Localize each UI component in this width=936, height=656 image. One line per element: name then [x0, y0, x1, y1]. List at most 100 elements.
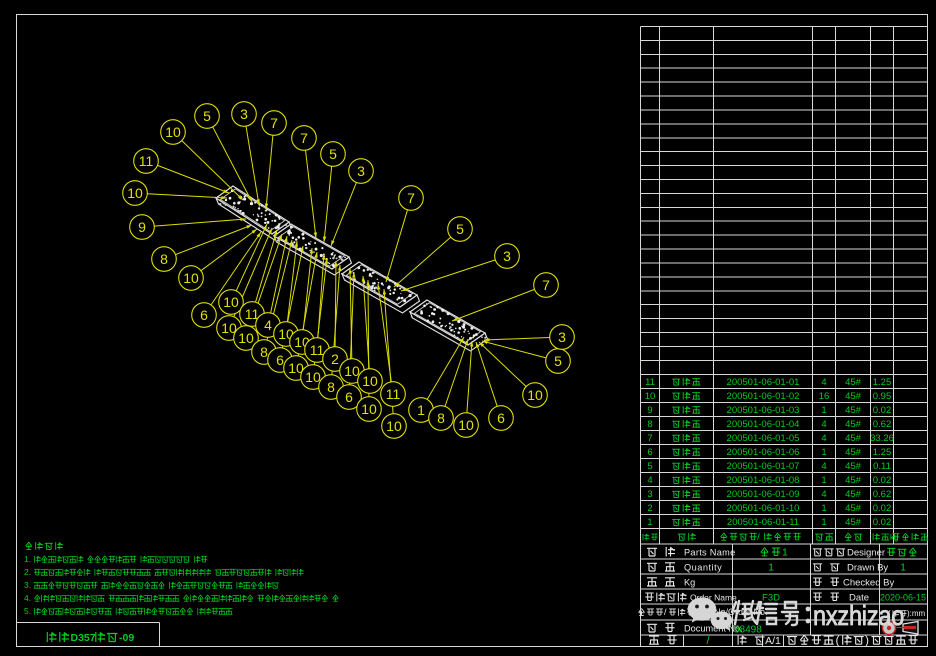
svg-text:10: 10 — [645, 391, 656, 402]
svg-text:F3D: F3D — [762, 593, 780, 604]
svg-text:9: 9 — [138, 219, 146, 235]
svg-text:Quantity: Quantity — [684, 563, 722, 573]
svg-text:7: 7 — [542, 277, 550, 293]
svg-text:1.: 1. — [24, 554, 31, 564]
svg-text:10: 10 — [183, 270, 199, 286]
svg-text:6: 6 — [276, 352, 284, 368]
svg-text:200501-06-01-10: 200501-06-01-10 — [727, 503, 800, 514]
svg-text:8: 8 — [327, 379, 335, 395]
svg-text:8: 8 — [260, 344, 268, 360]
svg-text:A/1: A/1 — [765, 635, 781, 647]
svg-text:0.62: 0.62 — [873, 419, 892, 430]
svg-text:45#: 45# — [845, 447, 862, 458]
svg-text:1: 1 — [647, 517, 652, 528]
svg-text:200501-06-01-07: 200501-06-01-07 — [727, 461, 800, 472]
svg-text:4: 4 — [821, 377, 826, 388]
svg-text:1: 1 — [782, 547, 788, 559]
svg-text:0.02: 0.02 — [873, 517, 892, 528]
svg-text:200501-06-01-06: 200501-06-01-06 — [727, 447, 800, 458]
svg-text:Parts Name: Parts Name — [684, 548, 736, 558]
svg-text:D357: D357 — [71, 632, 96, 644]
svg-text:Kg: Kg — [684, 578, 695, 588]
svg-text:11: 11 — [386, 386, 401, 402]
svg-text:45#: 45# — [845, 475, 862, 486]
svg-text:0.02: 0.02 — [873, 503, 892, 514]
svg-text:4: 4 — [264, 317, 272, 333]
svg-text:6: 6 — [345, 389, 353, 405]
svg-text:33.26: 33.26 — [870, 433, 894, 444]
svg-text:10: 10 — [361, 401, 377, 417]
svg-text:10: 10 — [165, 124, 181, 140]
svg-text:45#: 45# — [845, 461, 862, 472]
svg-text:4: 4 — [647, 475, 652, 486]
svg-text:-09: -09 — [119, 632, 134, 644]
svg-text:):mm: ):mm — [907, 609, 926, 618]
svg-text:10: 10 — [386, 418, 402, 434]
svg-text:5: 5 — [456, 221, 464, 237]
svg-text:7: 7 — [270, 115, 278, 131]
svg-text:1: 1 — [821, 503, 826, 514]
svg-text:11: 11 — [310, 342, 325, 358]
svg-text:200501-06-01-04: 200501-06-01-04 — [727, 419, 800, 430]
svg-text:Drawn By: Drawn By — [847, 563, 888, 574]
svg-text:0.95: 0.95 — [873, 391, 892, 402]
svg-text:5: 5 — [647, 461, 652, 472]
svg-text:4: 4 — [821, 433, 826, 444]
svg-text:200501-06-01-09: 200501-06-01-09 — [727, 489, 800, 500]
svg-text:7: 7 — [300, 130, 308, 146]
svg-text:0.11: 0.11 — [873, 461, 891, 472]
svg-text:0.02: 0.02 — [873, 475, 892, 486]
svg-text:45#: 45# — [845, 517, 862, 528]
svg-text:1: 1 — [821, 447, 826, 458]
svg-text:45#: 45# — [845, 433, 862, 444]
svg-text:200501-06-01-03: 200501-06-01-03 — [727, 405, 800, 416]
svg-text:0.62: 0.62 — [873, 489, 892, 500]
svg-text:2: 2 — [331, 351, 339, 367]
svg-text:10: 10 — [527, 387, 543, 403]
svg-text:1: 1 — [417, 402, 425, 418]
svg-text:10: 10 — [223, 294, 239, 310]
svg-text:5: 5 — [554, 353, 562, 369]
svg-text:10: 10 — [238, 330, 254, 346]
svg-text:1.25: 1.25 — [873, 377, 892, 388]
svg-text:10: 10 — [127, 185, 143, 201]
svg-text:8: 8 — [647, 419, 652, 430]
svg-text:1.25: 1.25 — [873, 447, 892, 458]
svg-text:3: 3 — [503, 248, 511, 264]
svg-text:Checked By: Checked By — [843, 578, 894, 589]
svg-text:45#: 45# — [845, 405, 862, 416]
svg-text:4.: 4. — [24, 593, 31, 603]
svg-text:3: 3 — [357, 163, 365, 179]
svg-text:10: 10 — [305, 369, 321, 385]
svg-text:6: 6 — [497, 410, 505, 426]
svg-text:10: 10 — [362, 373, 378, 389]
svg-text:7: 7 — [407, 190, 415, 206]
svg-text:3: 3 — [647, 489, 652, 500]
svg-text:9: 9 — [647, 405, 652, 416]
svg-text:45#: 45# — [845, 391, 862, 402]
svg-text:5: 5 — [203, 108, 211, 124]
svg-text:Designer: Designer — [847, 548, 885, 559]
svg-text:4: 4 — [821, 461, 826, 472]
svg-text:45#: 45# — [845, 377, 862, 388]
svg-text:1: 1 — [900, 562, 906, 574]
svg-text:10: 10 — [458, 417, 474, 433]
svg-text:45#: 45# — [845, 419, 862, 430]
svg-text:8: 8 — [437, 410, 445, 426]
svg-text:200501-06-01-08: 200501-06-01-08 — [727, 475, 800, 486]
svg-text:200501-06-01-02: 200501-06-01-02 — [727, 391, 800, 402]
svg-text:11: 11 — [139, 153, 154, 169]
svg-text:45#: 45# — [845, 489, 862, 500]
svg-text:7: 7 — [647, 433, 652, 444]
svg-text:1: 1 — [821, 475, 826, 486]
svg-text:1: 1 — [821, 517, 826, 528]
svg-text:0.02: 0.02 — [873, 405, 892, 416]
svg-text:58498: 58498 — [734, 625, 762, 636]
svg-text:1: 1 — [821, 405, 826, 416]
svg-text:45#: 45# — [845, 503, 862, 514]
svg-text:(: ( — [836, 633, 840, 647]
svg-text:3: 3 — [240, 106, 248, 122]
svg-text:nxzhizao: nxzhizao — [813, 601, 904, 631]
svg-text:5.: 5. — [24, 606, 31, 616]
svg-text:200501-06-01-05: 200501-06-01-05 — [727, 433, 800, 444]
